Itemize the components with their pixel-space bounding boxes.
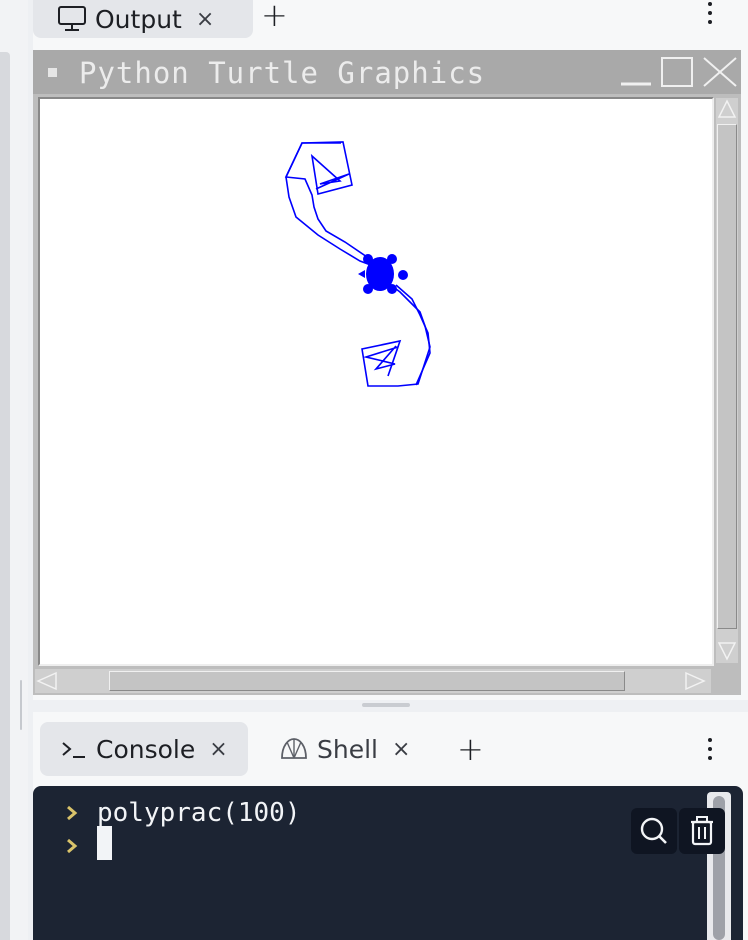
vertical-resize-handle[interactable] — [20, 680, 22, 730]
turtle-canvas[interactable] — [38, 97, 714, 666]
minimize-icon[interactable] — [619, 56, 655, 88]
output-tabbar: Output × + — [33, 0, 748, 44]
tab-shell-label: Shell — [317, 734, 378, 764]
scroll-right-icon[interactable] — [683, 670, 707, 692]
console-line: polyprac(100) — [66, 798, 301, 828]
turtle-path-lower-outline — [395, 284, 431, 386]
trash-icon — [691, 816, 713, 846]
close-icon[interactable]: × — [196, 7, 214, 32]
left-sidebar-strip — [0, 0, 28, 940]
window-title: Python Turtle Graphics — [79, 56, 486, 90]
tab-console-label: Console — [96, 734, 196, 764]
tab-output-label: Output — [95, 4, 182, 34]
turtle-path — [284, 141, 382, 270]
turtle-graphics-window: Python Turtle Graphics — [33, 50, 741, 695]
more-options-icon[interactable] — [708, 2, 714, 29]
window-titlebar[interactable]: Python Turtle Graphics — [33, 50, 741, 94]
shell-icon — [281, 738, 307, 759]
console-line — [66, 838, 97, 854]
search-button[interactable] — [631, 808, 677, 854]
vertical-scroll-thumb[interactable] — [717, 124, 737, 629]
turtle-drawing — [284, 141, 431, 387]
search-icon — [640, 817, 667, 844]
text-cursor — [97, 826, 112, 860]
tab-console[interactable]: Console × — [40, 722, 248, 776]
monitor-icon — [58, 6, 86, 31]
vertical-scrollbar[interactable] — [716, 98, 738, 663]
turtle-path-lower — [361, 278, 431, 387]
prompt-arrow-icon — [67, 838, 78, 854]
close-icon[interactable]: × — [392, 737, 410, 762]
clear-console-button[interactable] — [679, 808, 725, 854]
scroll-up-icon[interactable] — [716, 98, 738, 120]
turtle-path-upper-outline — [285, 142, 377, 268]
window-menu-icon[interactable] — [48, 68, 57, 77]
console-command: polyprac(100) — [97, 798, 301, 828]
tab-output[interactable]: Output × — [33, 0, 253, 38]
left-panel-edge — [0, 52, 10, 940]
panel-resize-handle[interactable] — [362, 703, 410, 707]
close-icon[interactable]: × — [209, 737, 227, 762]
terminal-icon — [62, 742, 85, 758]
add-tab-button[interactable]: + — [261, 0, 288, 34]
more-options-icon[interactable] — [708, 738, 714, 765]
tab-shell[interactable]: Shell × — [255, 722, 422, 776]
maximize-icon[interactable] — [659, 56, 695, 88]
scroll-left-icon[interactable] — [35, 670, 59, 692]
close-window-icon[interactable] — [701, 56, 739, 88]
console-output[interactable]: polyprac(100) — [33, 786, 743, 940]
console-panel: Console × Shell × + polyprac(100) — [33, 712, 748, 940]
prompt-arrow-icon — [67, 805, 78, 821]
horizontal-scroll-thumb[interactable] — [109, 671, 625, 691]
add-tab-button[interactable]: + — [457, 730, 484, 768]
scroll-down-icon[interactable] — [716, 640, 738, 662]
horizontal-scrollbar[interactable] — [35, 669, 711, 693]
output-panel: Output × + Python Turtle Graphics — [33, 0, 748, 700]
